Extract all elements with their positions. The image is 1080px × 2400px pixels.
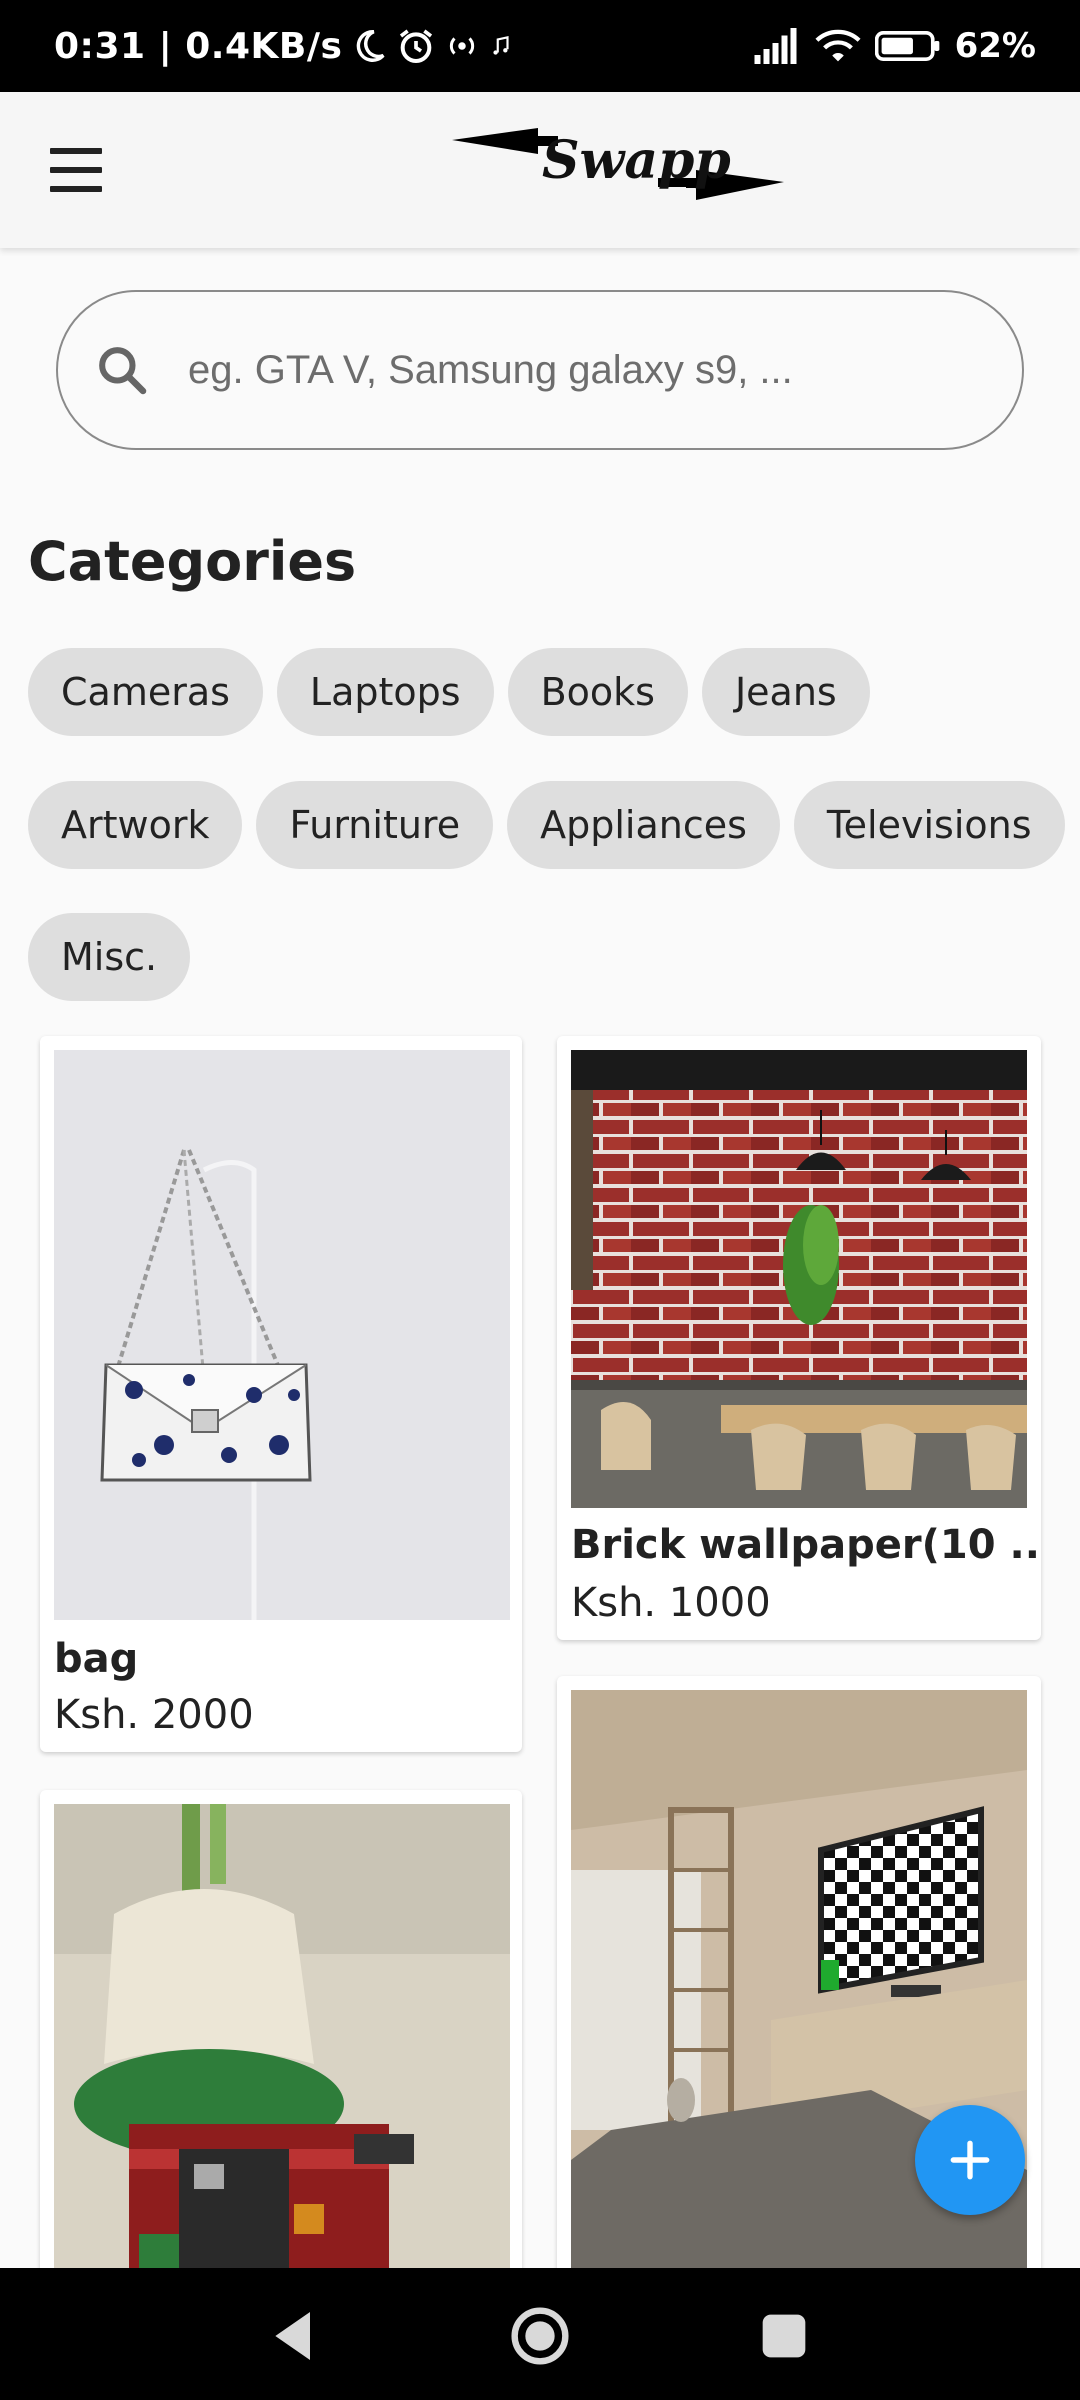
app-logo: Swapp bbox=[450, 122, 790, 222]
product-price: Ksh. 2000 bbox=[54, 1692, 254, 1738]
product-price: Ksh. 1000 bbox=[571, 1580, 771, 1626]
chip-cameras[interactable]: Cameras bbox=[28, 648, 263, 736]
product-card-tv[interactable] bbox=[557, 1676, 1041, 2316]
logo-text: Swapp bbox=[542, 130, 731, 191]
system-nav-bar bbox=[0, 2268, 1080, 2400]
brick-wall-room-photo bbox=[571, 1050, 1027, 1508]
search-icon bbox=[99, 347, 147, 395]
chip-books[interactable]: Books bbox=[507, 648, 688, 736]
search-input[interactable] bbox=[188, 292, 968, 448]
hamburger-menu-icon[interactable] bbox=[48, 144, 104, 196]
battery-percent: 62% bbox=[954, 26, 1036, 66]
chip-appliances[interactable]: Appliances bbox=[507, 781, 780, 869]
lego-helmet-photo bbox=[54, 1804, 510, 2284]
home-icon[interactable] bbox=[508, 2304, 572, 2368]
chip-jeans[interactable]: Jeans bbox=[701, 648, 870, 736]
alarm-icon bbox=[400, 29, 433, 64]
music-icon bbox=[493, 35, 510, 55]
status-left: 0:31 | 0.4KB/s bbox=[54, 0, 514, 92]
handbag-photo bbox=[54, 1050, 510, 1620]
wifi-icon bbox=[815, 29, 861, 62]
categories-title: Categories bbox=[28, 530, 357, 593]
status-bar: 0:31 | 0.4KB/s 62% bbox=[0, 0, 1080, 92]
chip-misc[interactable]: Misc. bbox=[28, 913, 191, 1001]
chip-artwork[interactable]: Artwork bbox=[28, 781, 243, 869]
status-right: 62% bbox=[753, 0, 1036, 92]
add-listing-button[interactable] bbox=[915, 2105, 1025, 2215]
product-card-bag[interactable]: bag Ksh. 2000 bbox=[40, 1036, 522, 1752]
search-bar[interactable] bbox=[56, 290, 1024, 450]
product-card-lego[interactable] bbox=[40, 1790, 522, 2310]
category-row-2: Artwork Furniture Appliances Televisions bbox=[28, 781, 1065, 869]
hotspot-icon bbox=[450, 37, 475, 55]
product-title: bag bbox=[54, 1636, 139, 1682]
chip-laptops[interactable]: Laptops bbox=[276, 648, 494, 736]
product-card-brick-wallpaper[interactable]: Brick wallpaper(10 ... Ksh. 1000 bbox=[557, 1036, 1041, 1640]
status-time-speed: 0:31 | 0.4KB/s bbox=[54, 25, 343, 67]
category-row-3: Misc. bbox=[28, 913, 191, 1001]
chip-furniture[interactable]: Furniture bbox=[256, 781, 494, 869]
category-row-1: Cameras Laptops Books Jeans bbox=[28, 648, 870, 736]
battery-icon bbox=[874, 30, 939, 62]
app-bar: Swapp bbox=[0, 92, 1080, 248]
moon-icon bbox=[357, 30, 385, 62]
chip-televisions[interactable]: Televisions bbox=[793, 781, 1065, 869]
product-title: Brick wallpaper(10 ... bbox=[571, 1522, 1041, 1568]
plus-icon bbox=[950, 2140, 990, 2180]
recents-icon[interactable] bbox=[752, 2304, 816, 2368]
signal-icon bbox=[754, 28, 797, 64]
back-icon[interactable] bbox=[262, 2304, 326, 2368]
